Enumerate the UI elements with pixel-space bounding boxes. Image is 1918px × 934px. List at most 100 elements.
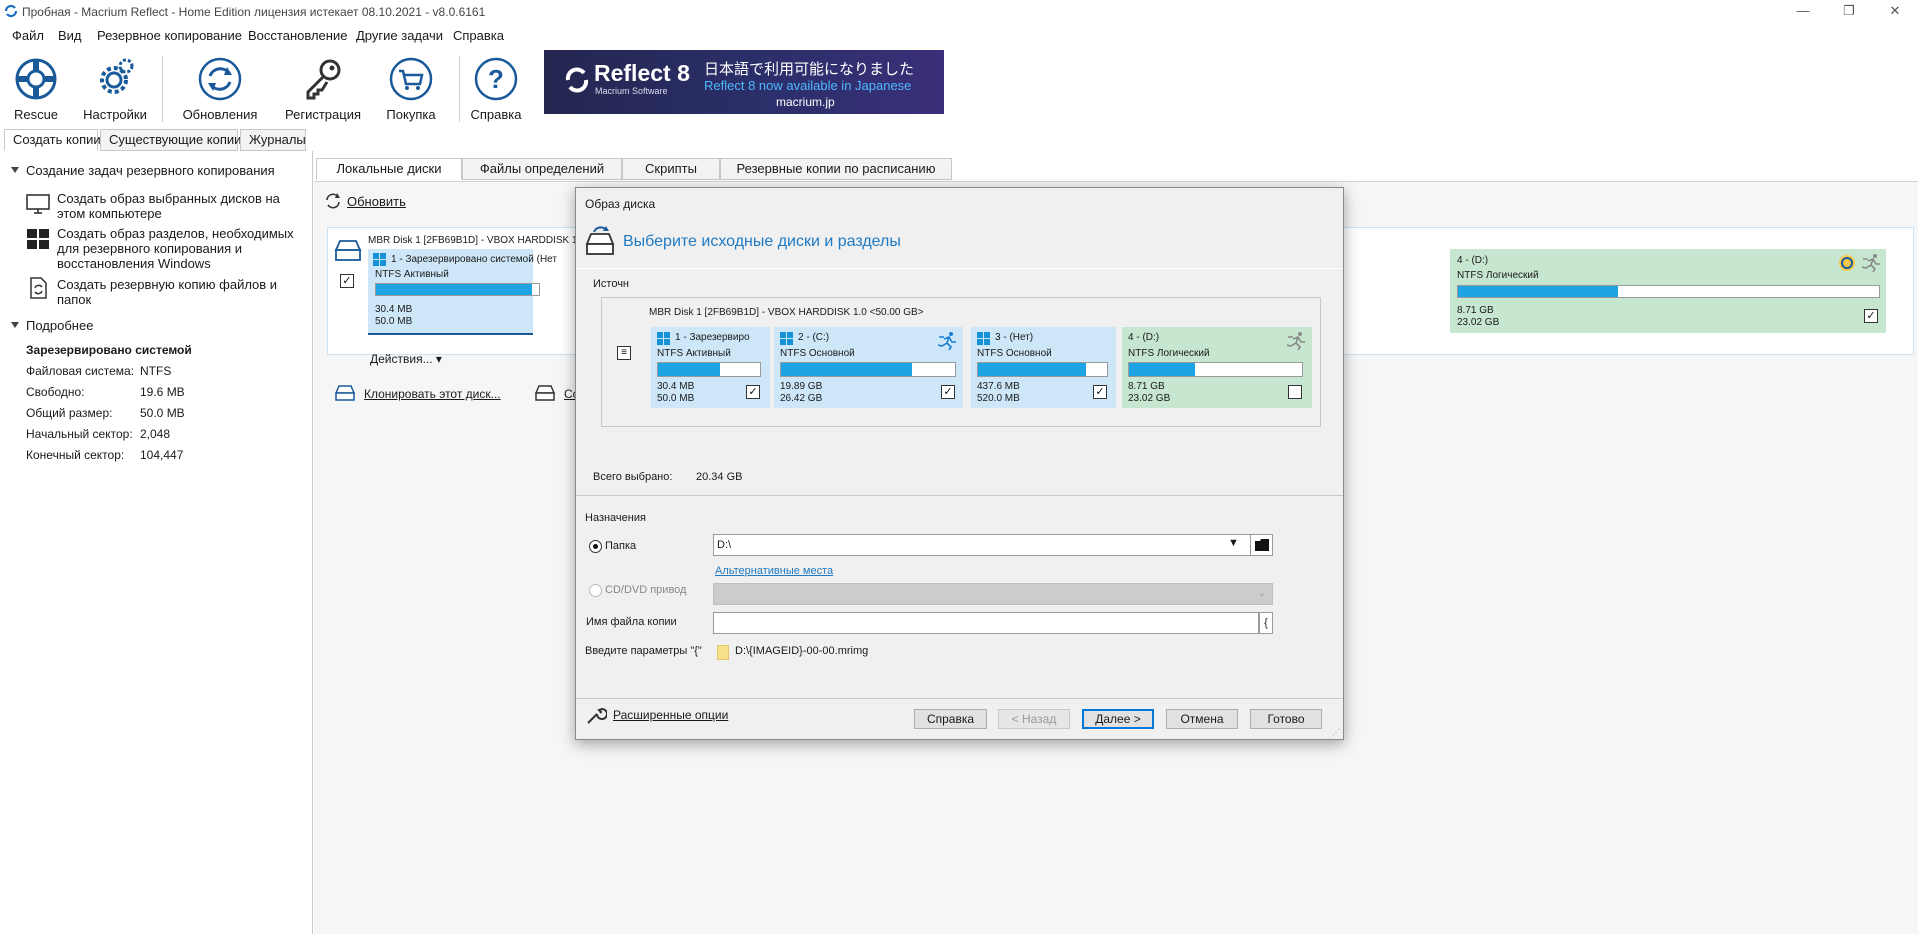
key-icon: [306, 59, 341, 100]
tab-create-backups[interactable]: Создать копии: [4, 129, 101, 151]
purchase-button[interactable]: Покупка: [371, 56, 451, 126]
source-partition-2[interactable]: 2 - (C:) NTFS Основной 19.89 GB 26.42 GB…: [774, 327, 963, 408]
updates-button[interactable]: Обновления: [180, 56, 260, 126]
partition-block[interactable]: 1 - Зарезервировано системой (Нет NTFS А…: [368, 249, 557, 333]
partition-usage-bar: [1457, 285, 1880, 298]
promo-banner[interactable]: Reflect 8 Macrium Software 日本語で利用可能になりまし…: [544, 50, 944, 114]
task-file-folder-backup[interactable]: Создать резервную копию файлов и папок: [57, 277, 307, 307]
monitor-icon: [26, 194, 50, 214]
prop-value: 19.6 MB: [140, 385, 185, 399]
prop-label: Общий размер:: [26, 406, 113, 420]
back-button[interactable]: < Назад: [998, 709, 1070, 729]
finish-button[interactable]: Готово: [1250, 709, 1322, 729]
wrench-icon: [587, 707, 607, 724]
disk-checkbox[interactable]: ✓: [340, 274, 354, 288]
prop-value: 104,447: [140, 448, 184, 462]
refresh-link[interactable]: Обновить: [347, 194, 406, 209]
prop-value: 2,048: [140, 427, 171, 441]
resize-grip-icon[interactable]: ⋰: [1332, 728, 1340, 737]
partition-fs: NTFS Основной: [780, 348, 855, 359]
insert-variable-button[interactable]: {: [1259, 612, 1273, 634]
alternative-locations-link[interactable]: Альтернативные места: [715, 565, 833, 577]
updates-label: Обновления: [182, 107, 258, 122]
clone-disk-icon: [334, 385, 356, 401]
details-title: Зарезервировано системой: [26, 343, 192, 357]
menu-backup[interactable]: Резервное копирование: [97, 28, 242, 43]
source-partition-4[interactable]: 4 - (D:) NTFS Логический 8.71 GB 23.02 G…: [1122, 327, 1312, 408]
disk-image-dialog: Образ диска Выберите исходные диски и ра…: [575, 187, 1344, 740]
image-disk-icon: [534, 385, 556, 401]
folder-label: Папка: [605, 540, 637, 552]
registration-button[interactable]: Регистрация: [283, 56, 363, 126]
settings-button[interactable]: Настройки: [75, 56, 155, 126]
tab-local-disks[interactable]: Локальные диски: [316, 158, 462, 180]
clone-disk-link[interactable]: Клонировать этот диск...: [364, 387, 501, 401]
cd-dvd-radio[interactable]: [589, 584, 602, 597]
divider: [576, 268, 1343, 269]
actions-dropdown[interactable]: Действия... ▾: [370, 352, 442, 366]
menu-restore[interactable]: Восстановление: [248, 28, 347, 43]
divider: [576, 495, 1343, 496]
menu-file[interactable]: Файл: [12, 28, 44, 43]
browse-folder-button[interactable]: [1250, 535, 1272, 555]
menu-other-tasks[interactable]: Другие задачи: [356, 28, 443, 43]
partition-checkbox[interactable]: ✓: [941, 385, 955, 399]
tab-scheduled-backups[interactable]: Резервные копии по расписанию: [720, 158, 952, 180]
partition-fs: NTFS Основной: [977, 348, 1052, 359]
cancel-button[interactable]: Отмена: [1166, 709, 1238, 729]
partition-usage-bar: [1128, 362, 1303, 377]
source-partition-1[interactable]: 1 - Зарезервиро NTFS Активный 30.4 MB 50…: [651, 327, 770, 408]
destination-header: Назначения: [585, 512, 646, 524]
partition-title: 4 - (D:): [1128, 332, 1160, 343]
source-partition-3[interactable]: 3 - (Нет) NTFS Основной 437.6 MB 520.0 M…: [971, 327, 1116, 408]
rescue-label: Rescue: [13, 107, 59, 122]
cd-dvd-label: CD/DVD привод: [605, 584, 687, 596]
refresh-icon: [326, 193, 340, 209]
windows-logo-icon: [27, 229, 49, 249]
partition-block[interactable]: 4 - (D:) NTFS Логический 8.71 GB 23.02 G…: [1450, 249, 1886, 333]
running-man-icon: [937, 332, 956, 351]
tasks-section-header[interactable]: Создание задач резервного копирования: [11, 163, 275, 178]
running-man-icon: [1861, 254, 1880, 273]
total-selected-label: Всего выбрано:: [593, 471, 673, 483]
task-image-disks[interactable]: Создать образ выбранных дисков на этом к…: [57, 191, 307, 221]
partition-checkbox[interactable]: [1288, 385, 1302, 399]
prop-label: Конечный сектор:: [26, 448, 125, 462]
rescue-button[interactable]: Rescue: [0, 56, 76, 126]
partition-fs: NTFS Логический: [1457, 270, 1539, 281]
dropdown-arrow-icon[interactable]: ▼: [1228, 537, 1239, 549]
dialog-heading: Выберите исходные диски и разделы: [623, 233, 901, 250]
maximize-button[interactable]: ❐: [1826, 0, 1872, 24]
tab-existing-backups[interactable]: Существующие копии: [100, 129, 241, 151]
details-header-label: Подробнее: [26, 318, 94, 333]
cd-dvd-combo[interactable]: ⌄: [713, 583, 1273, 605]
prop-value: 50.0 MB: [140, 406, 185, 420]
disk-title: MBR Disk 1 [2FB69B1D] - VBOX HARDDISK 1: [368, 235, 578, 246]
tab-logs[interactable]: Журналы: [240, 129, 306, 151]
dialog-help-button[interactable]: Справка: [914, 709, 987, 729]
partition-checkbox[interactable]: ✓: [1093, 385, 1107, 399]
reflect-logo-icon: [565, 67, 589, 93]
partition-checkbox[interactable]: ✓: [1864, 309, 1878, 323]
partition-checkbox[interactable]: ✓: [746, 385, 760, 399]
partition-fs: NTFS Активный: [375, 269, 449, 280]
filename-input[interactable]: [713, 612, 1259, 634]
details-section-header[interactable]: Подробнее: [11, 318, 94, 333]
disk-image-wizard-icon: [585, 226, 615, 255]
folder-radio[interactable]: [589, 540, 602, 553]
toolbar-separator: [162, 56, 163, 122]
advanced-options-link[interactable]: Расширенные опции: [613, 708, 728, 722]
tab-definition-files[interactable]: Файлы определений: [462, 158, 622, 180]
menu-view[interactable]: Вид: [58, 28, 82, 43]
folder-path-combo[interactable]: D:\ ▼: [713, 534, 1273, 556]
disk-checkbox-mixed[interactable]: ≡: [617, 346, 631, 360]
tab-scripts[interactable]: Скрипты: [622, 158, 720, 180]
task-image-windows[interactable]: Создать образ разделов, необходимых для …: [57, 226, 307, 271]
minimize-button[interactable]: —: [1780, 0, 1826, 24]
menu-help[interactable]: Справка: [453, 28, 504, 43]
next-button[interactable]: Далее >: [1082, 709, 1154, 729]
close-button[interactable]: ✕: [1872, 0, 1918, 24]
help-button[interactable]: ? Справка: [456, 56, 536, 126]
title-bar: Пробная - Macrium Reflect - Home Edition…: [0, 0, 1918, 24]
partition-size: 50.0 MB: [657, 393, 695, 404]
